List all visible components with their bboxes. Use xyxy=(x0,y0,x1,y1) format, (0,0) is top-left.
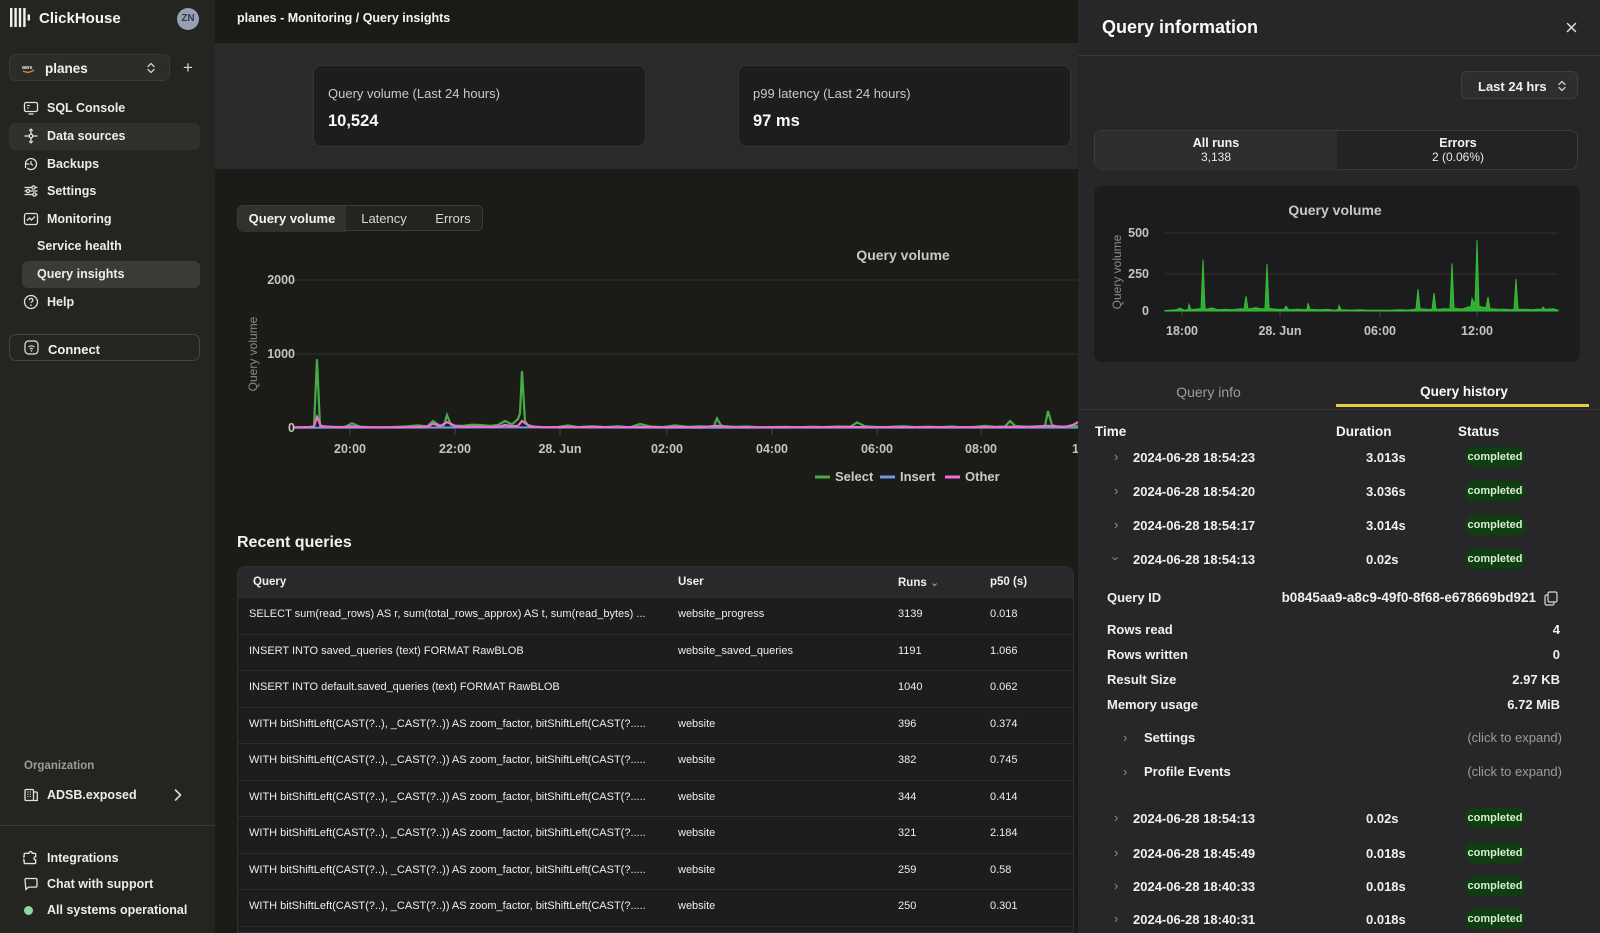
svg-text:28. Jun: 28. Jun xyxy=(538,442,581,456)
svg-text:02:00: 02:00 xyxy=(651,442,683,456)
svg-text:2000: 2000 xyxy=(267,273,295,287)
svg-text:Query volume: Query volume xyxy=(1110,234,1124,309)
svg-text:06:00: 06:00 xyxy=(861,442,893,456)
svg-text:28. Jun: 28. Jun xyxy=(1258,324,1301,338)
svg-text:Select: Select xyxy=(835,469,874,484)
svg-text:Query volume: Query volume xyxy=(246,316,260,391)
svg-text:06:00: 06:00 xyxy=(1364,324,1396,338)
svg-text:1000: 1000 xyxy=(267,347,295,361)
svg-text:12:00: 12:00 xyxy=(1461,324,1493,338)
svg-text:0: 0 xyxy=(288,421,295,435)
svg-text:500: 500 xyxy=(1128,226,1149,240)
svg-text:Insert: Insert xyxy=(900,469,936,484)
svg-text:Query volume: Query volume xyxy=(1288,202,1382,218)
svg-text:20:00: 20:00 xyxy=(334,442,366,456)
svg-text:04:00: 04:00 xyxy=(756,442,788,456)
svg-text:250: 250 xyxy=(1128,267,1149,281)
svg-text:Other: Other xyxy=(965,469,1000,484)
svg-text:0: 0 xyxy=(1142,304,1149,318)
svg-text:Query volume: Query volume xyxy=(856,247,950,263)
svg-text:18:00: 18:00 xyxy=(1166,324,1198,338)
svg-text:aws: aws xyxy=(22,65,32,71)
svg-text:08:00: 08:00 xyxy=(965,442,997,456)
svg-text:22:00: 22:00 xyxy=(439,442,471,456)
